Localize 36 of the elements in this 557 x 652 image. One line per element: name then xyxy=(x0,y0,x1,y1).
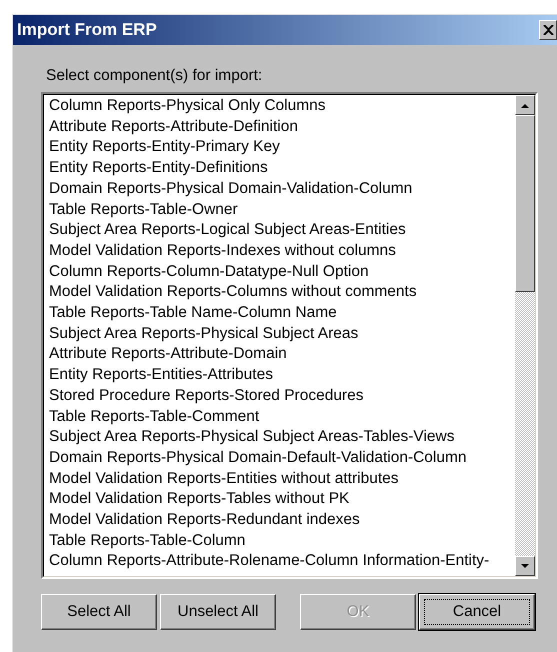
list-item[interactable]: Column Reports-Physical Only Columns xyxy=(49,96,515,117)
list-item[interactable]: Attribute Reports-Attribute-Domain xyxy=(49,344,515,366)
list-item[interactable]: Table Reports-Table-Column xyxy=(49,530,515,552)
scroll-up-button[interactable] xyxy=(515,95,535,115)
close-icon xyxy=(542,25,554,35)
list-item[interactable]: Domain Reports-Physical Domain-Default-Validation-Column xyxy=(49,448,515,469)
dialog-button[interactable]: Unselect All xyxy=(160,594,276,630)
list-item[interactable]: Entity Reports-Entities-Attributes xyxy=(49,365,515,386)
list-item[interactable]: Table Reports-Table-Comment xyxy=(49,406,515,428)
list-item[interactable]: Subject Area Reports-Physical Subject Areas-Tables-Views xyxy=(49,427,515,448)
list-item[interactable]: Subject Area Reports-Physical Subject Areas xyxy=(49,324,515,344)
list-item[interactable]: Table Reports-Table-Owner xyxy=(49,200,515,220)
list-item[interactable]: Model Validation Reports-Indexes without columns xyxy=(49,240,515,262)
list-item[interactable]: Column Reports-Column-Datatype-Null Option xyxy=(49,262,515,282)
list-item[interactable]: Stored Procedure Reports-Stored Procedures xyxy=(49,386,515,407)
list-item[interactable]: Subject Area Reports-Logical Subject Areas-Entities xyxy=(49,220,515,241)
scrollbar-thumb[interactable] xyxy=(515,115,535,292)
list-item[interactable]: Column Reports-Attribute-Rolename-Column Information-Entity- xyxy=(49,551,515,572)
list-item[interactable]: Model Validation Reports-Tables without PK xyxy=(49,489,515,510)
scroll-down-button[interactable] xyxy=(515,556,535,576)
list-item[interactable]: Model Validation Reports-Columns without comments xyxy=(49,282,515,304)
list-item[interactable]: Entity Reports-Entity-Definitions xyxy=(49,158,515,179)
list-item[interactable]: Table Reports-Table Name-Column Name xyxy=(49,303,515,324)
dialog-button[interactable]: Cancel xyxy=(419,594,535,630)
close-button[interactable] xyxy=(539,20,557,40)
list-item[interactable]: Domain Reports-Physical Domain-Validation-Column xyxy=(49,178,515,200)
list-item[interactable]: Entity Reports-Entity-Primary Key xyxy=(49,137,515,158)
window-title: Import From ERP xyxy=(17,20,157,40)
down-arrow-icon xyxy=(521,564,529,568)
up-arrow-icon xyxy=(521,102,529,108)
prompt-label: Select component(s) for import: xyxy=(46,67,264,85)
list-item[interactable]: Attribute Reports-Attribute-Definition xyxy=(49,116,515,138)
dialog-button[interactable]: Select All xyxy=(41,594,157,630)
list-item[interactable]: Model Validation Reports-Entities without attributes xyxy=(49,468,515,490)
scrollbar[interactable] xyxy=(515,95,535,576)
list-item[interactable]: Model Validation Reports-Redundant indexes xyxy=(49,510,515,531)
